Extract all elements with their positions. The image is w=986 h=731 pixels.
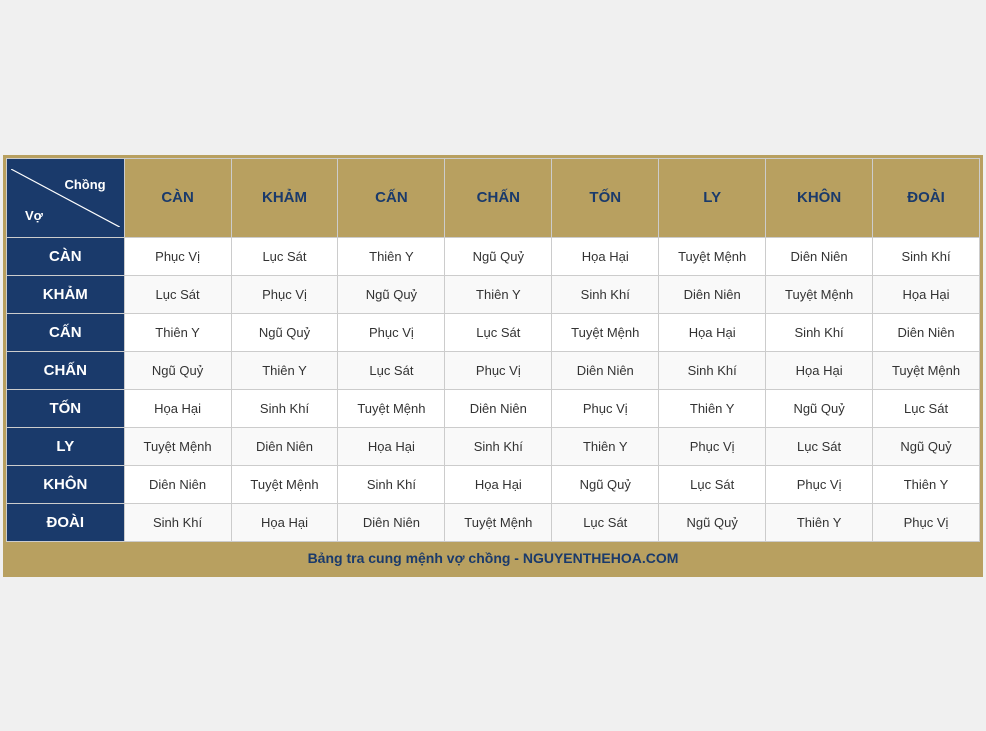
col-header-1: KHẢM [231,158,338,237]
cell-7-6: Thiên Y [766,503,873,541]
cell-4-3: Diên Niên [445,389,552,427]
cell-2-1: Ngũ Quỷ [231,313,338,351]
cell-4-1: Sinh Khí [231,389,338,427]
cell-4-0: Họa Hại [124,389,231,427]
cell-3-2: Lục Sát [338,351,445,389]
cell-5-3: Sinh Khí [445,427,552,465]
footer-text: Bảng tra cung mệnh vợ chồng - NGUYENTHEH… [308,550,679,566]
cell-0-2: Thiên Y [338,237,445,275]
cell-1-0: Lục Sát [124,275,231,313]
cell-0-3: Ngũ Quỷ [445,237,552,275]
row-header-6: KHÔN [7,465,125,503]
cell-0-7: Sinh Khí [873,237,980,275]
row-header-1: KHẢM [7,275,125,313]
cell-3-1: Thiên Y [231,351,338,389]
cell-1-4: Sinh Khí [552,275,659,313]
cell-7-3: Tuyệt Mệnh [445,503,552,541]
cell-4-5: Thiên Y [659,389,766,427]
col-header-7: ĐOÀI [873,158,980,237]
cell-6-0: Diên Niên [124,465,231,503]
cell-2-0: Thiên Y [124,313,231,351]
cell-5-4: Thiên Y [552,427,659,465]
row-header-3: CHẤN [7,351,125,389]
cell-5-6: Lục Sát [766,427,873,465]
cell-5-2: Họa Hại [338,427,445,465]
cell-1-3: Thiên Y [445,275,552,313]
col-header-6: KHÔN [766,158,873,237]
cell-7-5: Ngũ Quỷ [659,503,766,541]
cell-3-6: Họa Hại [766,351,873,389]
corner-vo-label: Vợ [17,192,114,223]
cell-1-1: Phục Vị [231,275,338,313]
cell-0-5: Tuyệt Mệnh [659,237,766,275]
row-header-5: LY [7,427,125,465]
cell-7-0: Sinh Khí [124,503,231,541]
cell-6-3: Họa Hại [445,465,552,503]
cell-7-1: Họa Hại [231,503,338,541]
cell-3-7: Tuyệt Mệnh [873,351,980,389]
col-header-0: CÀN [124,158,231,237]
cell-4-6: Ngũ Quỷ [766,389,873,427]
cell-5-0: Tuyệt Mệnh [124,427,231,465]
cell-1-6: Tuyệt Mệnh [766,275,873,313]
cell-2-7: Diên Niên [873,313,980,351]
cell-0-0: Phục Vị [124,237,231,275]
cell-0-6: Diên Niên [766,237,873,275]
cell-7-4: Lục Sát [552,503,659,541]
cell-6-5: Lục Sát [659,465,766,503]
cell-4-4: Phục Vị [552,389,659,427]
cell-0-4: Họa Hại [552,237,659,275]
col-header-5: LY [659,158,766,237]
cell-3-4: Diên Niên [552,351,659,389]
cell-3-0: Ngũ Quỷ [124,351,231,389]
cell-1-7: Họa Hại [873,275,980,313]
cell-2-6: Sinh Khí [766,313,873,351]
corner-chong-label: Chồng [17,173,114,192]
cell-5-7: Ngũ Quỷ [873,427,980,465]
corner-header: Chồng Vợ [7,158,125,237]
row-header-7: ĐOÀI [7,503,125,541]
cell-6-1: Tuyệt Mệnh [231,465,338,503]
cell-0-1: Lục Sát [231,237,338,275]
cell-1-2: Ngũ Quỷ [338,275,445,313]
row-header-2: CẤN [7,313,125,351]
footer-bar: Bảng tra cung mệnh vợ chồng - NGUYENTHEH… [6,542,980,574]
cell-6-4: Ngũ Quỷ [552,465,659,503]
cell-5-5: Phục Vị [659,427,766,465]
col-header-2: CẤN [338,158,445,237]
row-header-0: CÀN [7,237,125,275]
cell-7-2: Diên Niên [338,503,445,541]
col-header-4: TỐN [552,158,659,237]
cell-4-7: Lục Sát [873,389,980,427]
cell-2-5: Họa Hại [659,313,766,351]
cell-2-4: Tuyệt Mệnh [552,313,659,351]
cell-5-1: Diên Niên [231,427,338,465]
cell-4-2: Tuyệt Mệnh [338,389,445,427]
cell-6-2: Sinh Khí [338,465,445,503]
row-header-4: TỐN [7,389,125,427]
cell-2-2: Phục Vị [338,313,445,351]
col-header-3: CHẤN [445,158,552,237]
cell-1-5: Diên Niên [659,275,766,313]
cell-2-3: Lục Sát [445,313,552,351]
cell-3-5: Sinh Khí [659,351,766,389]
cell-7-7: Phục Vị [873,503,980,541]
cell-3-3: Phục Vị [445,351,552,389]
main-container: Chồng Vợ CÀN KHẢM CẤN CHẤN TỐN LY KHÔN Đ… [3,155,983,577]
cell-6-7: Thiên Y [873,465,980,503]
compatibility-table: Chồng Vợ CÀN KHẢM CẤN CHẤN TỐN LY KHÔN Đ… [6,158,980,542]
cell-6-6: Phục Vị [766,465,873,503]
